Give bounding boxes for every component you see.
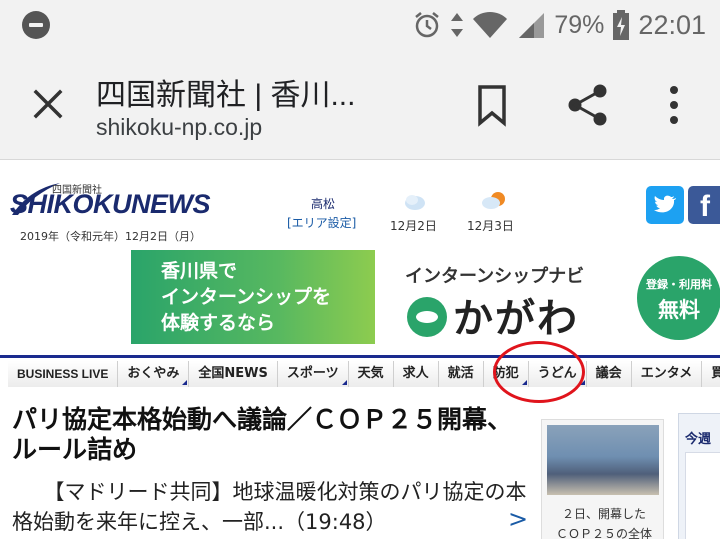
side-panel-title: 今週 (685, 432, 712, 447)
free-badge: 登録・利用料 無料 (637, 256, 720, 340)
article-photo-card[interactable]: ２日、開幕した ＣＯＰ２５の全体 (541, 419, 664, 539)
side-panel-content (685, 452, 720, 539)
nav-item-shukatsu[interactable]: 就活 (438, 361, 484, 387)
cloud-icon[interactable] (404, 193, 426, 211)
highlight-circle-annotation (493, 341, 585, 403)
close-icon[interactable] (28, 84, 68, 124)
cloud-sun-icon[interactable] (481, 191, 507, 211)
badge-large-text: 無料 (658, 298, 700, 322)
nav-divider (0, 355, 720, 358)
article-photo (547, 425, 659, 495)
banner-main-text: かがわ (453, 296, 579, 342)
facebook-button[interactable]: f (688, 186, 720, 224)
read-more-arrow[interactable]: > (508, 505, 528, 533)
custom-tab-toolbar: 四国新聞社 | 香川... shikoku-np.co.jp (0, 50, 720, 160)
nav-item-okuyami[interactable]: おくやみ (118, 361, 190, 387)
battery-percent: 79% (554, 10, 605, 39)
weather-day-1[interactable]: 12月2日 (390, 217, 437, 234)
battery-icon (613, 10, 630, 40)
bookmark-icon[interactable] (474, 83, 510, 127)
page-url[interactable]: shikoku-np.co.jp (96, 114, 262, 141)
internship-banner[interactable]: 香川県で インターンシップを 体験するなら インターンシップナビ かがわ 登録・… (131, 250, 720, 344)
submenu-triangle-icon (341, 380, 347, 385)
site-logo[interactable]: SHIKOKUNEWS (10, 189, 211, 220)
category-nav: BUSINESS LIVE おくやみ 全国NEWS スポーツ 天気 求人 就活 … (8, 361, 720, 387)
nav-item-assembly[interactable]: 議会 (586, 361, 632, 387)
do-not-disturb-icon (22, 11, 50, 39)
more-vert-icon[interactable] (664, 84, 684, 126)
badge-small-text: 登録・利用料 (646, 278, 712, 291)
eye-logo-icon (407, 297, 447, 337)
alarm-icon (415, 12, 440, 38)
page-title: 四国新聞社 | 香川... (96, 79, 356, 112)
side-panel[interactable]: 今週 (678, 413, 720, 539)
banner-left-panel: 香川県で インターンシップを 体験するなら (131, 250, 375, 344)
data-arrows-icon (451, 13, 464, 37)
weather-day-2[interactable]: 12月3日 (467, 217, 514, 234)
nav-item-sports[interactable]: スポーツ (277, 361, 349, 387)
status-icons: 79% 22:01 (412, 8, 706, 42)
clock: 22:01 (638, 9, 706, 40)
banner-subtitle: インターンシップナビ (405, 266, 585, 287)
article-headline[interactable]: パリ協定本格始動へ議論／ＣＯＰ２５開幕、ルール詰め (12, 405, 522, 465)
weather-city[interactable]: 高松 (311, 195, 335, 212)
article-lede[interactable]: 【マドリード共同】地球温暖化対策のパリ協定の本格始動を来年に控え、一部...（1… (12, 477, 532, 537)
twitter-bird-icon (654, 195, 676, 213)
wifi-icon (473, 11, 508, 38)
nav-item-shopping[interactable]: 買い物 (702, 361, 720, 387)
nav-item-jobs[interactable]: 求人 (393, 361, 439, 387)
status-bar: 79% 22:01 (0, 0, 720, 50)
date-line: 2019年（令和元年）12月2日（月） (20, 230, 201, 243)
banner-left-text: 香川県で インターンシップを 体験するなら (161, 260, 332, 334)
nav-item-zenkoku-news[interactable]: 全国NEWS (189, 361, 278, 387)
nav-item-entertainment[interactable]: エンタメ (631, 361, 703, 387)
banner-right-panel: インターンシップナビ かがわ 登録・利用料 無料 (375, 250, 720, 344)
photo-caption: ２日、開幕した ＣＯＰ２５の全体 (555, 507, 652, 539)
twitter-button[interactable] (646, 186, 684, 224)
nav-item-weather[interactable]: 天気 (348, 361, 394, 387)
signal-icon (519, 13, 545, 38)
submenu-triangle-icon (182, 380, 188, 385)
web-page: 四国新聞社 SHIKOKUNEWS 2019年（令和元年）12月2日（月） 高松… (0, 161, 720, 539)
area-setting-link[interactable]: [エリア設定] (287, 214, 356, 231)
share-icon[interactable] (566, 82, 610, 128)
nav-item-business-live[interactable]: BUSINESS LIVE (8, 361, 119, 387)
